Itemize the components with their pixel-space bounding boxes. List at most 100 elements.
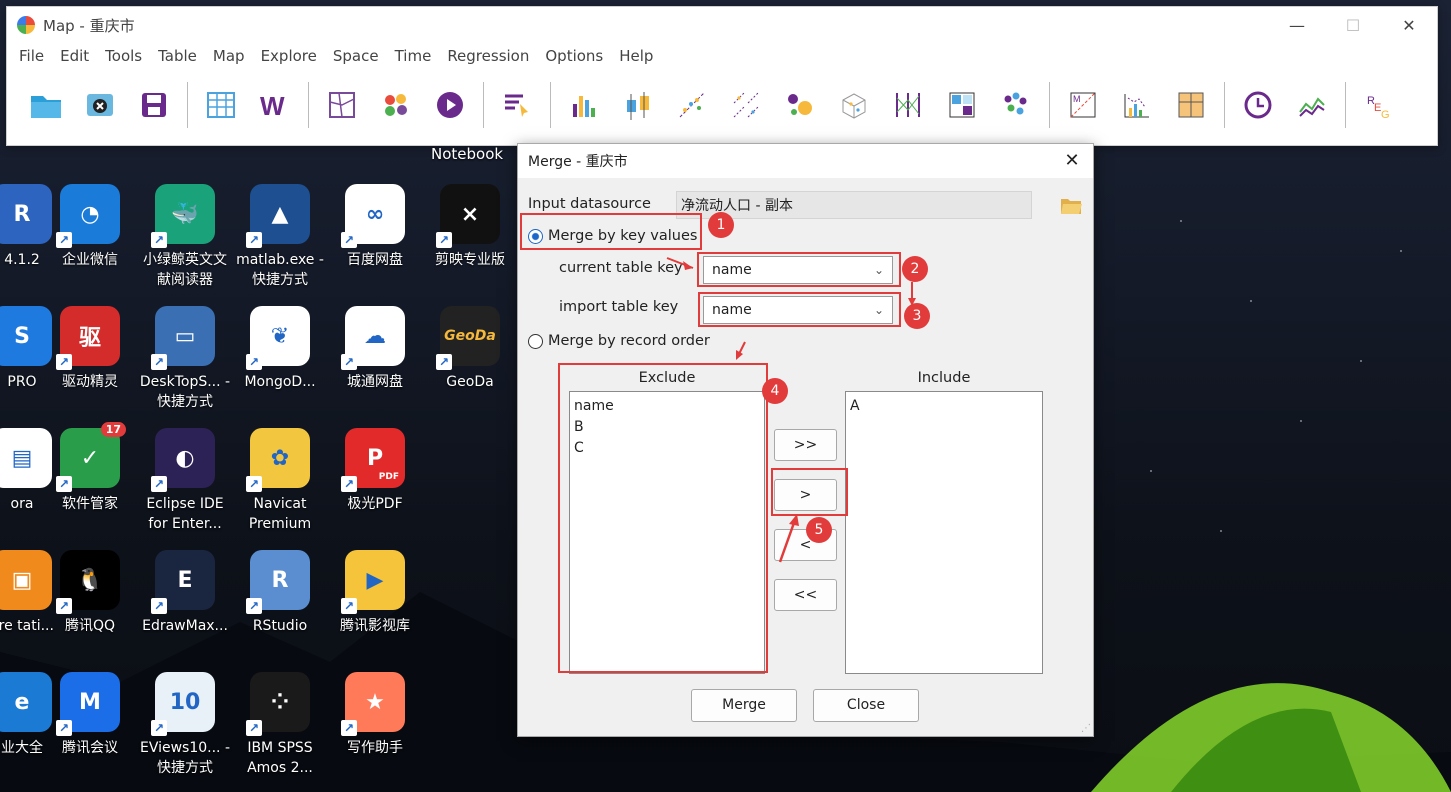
desktop-shortcut[interactable]: ⁘ ↗ IBM SPSS Amos 2... xyxy=(232,672,328,778)
lisa-icon[interactable] xyxy=(1117,85,1157,125)
table-icon[interactable] xyxy=(201,85,241,125)
desktop-shortcut[interactable]: ⨯ ↗ 剪映专业版 xyxy=(422,184,518,270)
save-icon[interactable] xyxy=(134,85,174,125)
toolbar-separator xyxy=(1345,82,1346,128)
resize-grip-icon[interactable]: ⋰ xyxy=(1081,723,1091,734)
desktop-shortcut[interactable]: ✓ 17 ↗ 软件管家 xyxy=(42,422,138,514)
close-datasource-icon[interactable] xyxy=(80,85,120,125)
desktop-shortcut[interactable]: 🐳 ↗ 小绿鲸英文文献阅读器 xyxy=(137,184,233,290)
menu-time[interactable]: Time xyxy=(387,47,440,65)
desktop-shortcut[interactable]: ▶ ↗ 腾讯影视库 xyxy=(327,550,423,636)
histogram-icon[interactable] xyxy=(564,85,604,125)
desktop-shortcut-label: 极光PDF xyxy=(347,496,403,512)
desktop-shortcut-label: 城通网盘 xyxy=(347,374,403,390)
desktop-shortcut[interactable]: ◐ ↗ Eclipse IDE for Enter... xyxy=(137,428,233,534)
minimize-button[interactable]: — xyxy=(1269,7,1325,43)
menu-regression[interactable]: Regression xyxy=(439,47,537,65)
desktop-shortcut[interactable]: ◔ ↗ 企业微信 xyxy=(42,184,138,270)
desktop-shortcut[interactable]: ▲ ↗ matlab.exe - 快捷方式 xyxy=(232,184,328,290)
merge-dialog-titlebar: Merge - 重庆市 ✕ xyxy=(518,144,1093,178)
include-list-item[interactable]: A xyxy=(850,396,1038,417)
open-folder-icon[interactable] xyxy=(26,85,66,125)
regression-icon[interactable]: REG xyxy=(1359,85,1399,125)
desktop-shortcut-label: 百度网盘 xyxy=(347,252,403,268)
desktop-shortcut-label: 腾讯QQ xyxy=(64,618,116,634)
move-all-right-button[interactable]: >> xyxy=(774,429,837,461)
cluster-icon[interactable] xyxy=(376,85,416,125)
weights-icon[interactable]: W xyxy=(255,85,295,125)
rstudio-icon-glyph: R xyxy=(271,567,289,593)
menu-file[interactable]: File xyxy=(11,47,52,65)
cluster-map-icon[interactable] xyxy=(996,85,1036,125)
averages-chart-icon[interactable] xyxy=(1292,85,1332,125)
open-folder-icon[interactable] xyxy=(1060,196,1082,220)
merge-by-record-radio[interactable]: Merge by record order xyxy=(528,333,710,349)
move-all-left-button[interactable]: << xyxy=(774,579,837,611)
map-icon[interactable] xyxy=(322,85,362,125)
desktop-shortcut-label: EViews10... - 快捷方式 xyxy=(139,740,231,776)
dialog-close-icon[interactable]: ✕ xyxy=(1059,148,1085,174)
software-manager-icon: ✓ 17 ↗ xyxy=(56,422,126,492)
include-list[interactable]: A xyxy=(845,391,1043,674)
navicat-icon: ✿ ↗ xyxy=(246,428,310,492)
desktop-shortcut[interactable]: 🐧 ↗ 腾讯QQ xyxy=(42,550,138,636)
menu-help[interactable]: Help xyxy=(611,47,661,65)
desktop-shortcut-label: 腾讯影视库 xyxy=(340,618,410,634)
cartogram-icon[interactable] xyxy=(1171,85,1211,125)
desktop-shortcut-label: matlab.exe - 快捷方式 xyxy=(236,252,324,288)
eclipse-icon-glyph: ◐ xyxy=(175,445,195,471)
tencent-meeting-icon: M ↗ xyxy=(56,672,120,736)
animation-icon[interactable] xyxy=(430,85,470,125)
r-app-icon-glyph: R xyxy=(13,201,31,227)
notification-badge: 17 xyxy=(100,422,126,437)
select-icon[interactable] xyxy=(497,85,537,125)
bubble-chart-icon[interactable] xyxy=(780,85,820,125)
desktop-shortcut[interactable]: ✿ ↗ Navicat Premium xyxy=(232,428,328,534)
menu-options[interactable]: Options xyxy=(537,47,611,65)
annotation-box-4 xyxy=(558,363,768,673)
desktop-shortcut-label: MongoD... xyxy=(244,374,316,390)
desktop-shortcut[interactable]: ★ ↗ 写作助手 xyxy=(327,672,423,758)
desktop-shortcut-label: 写作助手 xyxy=(347,740,403,756)
conditional-plot-icon[interactable] xyxy=(942,85,982,125)
shortcut-arrow-icon: ↗ xyxy=(246,598,262,614)
desktop-shortcut[interactable]: GeoDa ↗ GeoDa xyxy=(422,306,518,392)
include-label: Include xyxy=(917,370,971,386)
menu-table[interactable]: Table xyxy=(150,47,205,65)
menu-edit[interactable]: Edit xyxy=(52,47,97,65)
menu-space[interactable]: Space xyxy=(325,47,387,65)
boxplot-icon[interactable] xyxy=(618,85,658,125)
desktop-shortcut[interactable]: ▭ ↗ DeskTopS... - 快捷方式 xyxy=(137,306,233,412)
desktop-shortcut-label: 企业微信 xyxy=(62,252,118,268)
ora-app-icon-glyph: ▤ xyxy=(11,445,33,471)
scatter-matrix-icon[interactable] xyxy=(726,85,766,125)
desktop-shortcut[interactable]: E ↗ EdrawMax... xyxy=(137,550,233,636)
time-icon[interactable] xyxy=(1238,85,1278,125)
parallel-coordinate-icon[interactable] xyxy=(888,85,928,125)
desktop-shortcut[interactable]: 驱 ↗ 驱动精灵 xyxy=(42,306,138,392)
desktop-shortcut-label: Navicat Premium xyxy=(248,496,312,532)
desktop-shortcut-label: DeskTopS... - 快捷方式 xyxy=(139,374,231,410)
desktop-shortcut[interactable]: ☁ ↗ 城通网盘 xyxy=(327,306,423,392)
menu-tools[interactable]: Tools xyxy=(97,47,150,65)
menu-explore[interactable]: Explore xyxy=(253,47,325,65)
close-window-button[interactable]: ✕ xyxy=(1381,7,1437,43)
desktop-shortcut[interactable]: PDF P ↗ 极光PDF xyxy=(327,428,423,514)
shortcut-arrow-icon: ↗ xyxy=(56,598,72,614)
desktop-shortcut[interactable]: M ↗ 腾讯会议 xyxy=(42,672,138,758)
menu-map[interactable]: Map xyxy=(205,47,253,65)
merge-button[interactable]: Merge xyxy=(691,689,797,722)
pro-app-icon-glyph: S xyxy=(14,323,30,349)
maximize-button[interactable]: ☐ xyxy=(1325,7,1381,43)
desktop-screen-icon-glyph: ▭ xyxy=(174,323,196,349)
desktop-shortcut[interactable]: 10 ↗ EViews10... - 快捷方式 xyxy=(137,672,233,778)
moran-scatter-icon[interactable]: M xyxy=(1063,85,1103,125)
desktop-shortcut[interactable]: R ↗ RStudio xyxy=(232,550,328,636)
shortcut-arrow-icon: ↗ xyxy=(151,598,167,614)
desktop-shortcut[interactable]: ❦ ↗ MongoD... xyxy=(232,306,328,392)
3d-scatter-icon[interactable] xyxy=(834,85,874,125)
desktop-shortcut[interactable]: ∞ ↗ 百度网盘 xyxy=(327,184,423,270)
baidu-netdisk-icon: ∞ ↗ xyxy=(341,184,405,248)
close-button[interactable]: Close xyxy=(813,689,919,722)
scatter-plot-icon[interactable] xyxy=(672,85,712,125)
